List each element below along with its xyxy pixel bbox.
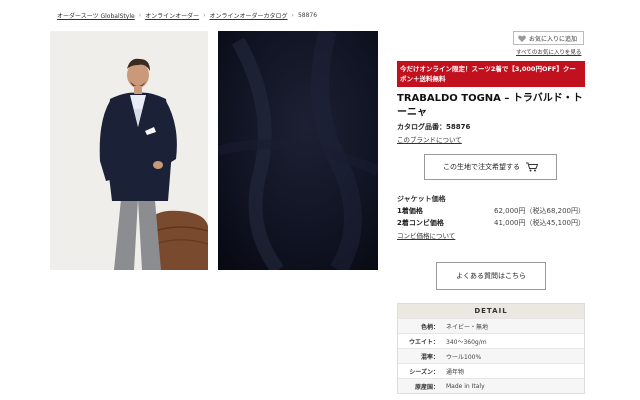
detail-row-origin: 原産国： Made in Italy xyxy=(398,378,584,393)
detail-value: 通年物 xyxy=(446,368,465,376)
price-label: 2着コンビ価格 xyxy=(397,219,444,227)
catalog-number: カタログ品番：58876 xyxy=(397,123,471,131)
detail-table: DETAIL 色柄： ネイビー・無地 ウエイト： 340～360g/m 混率： … xyxy=(397,303,585,394)
add-to-favorites-button[interactable]: お気に入りに追加 xyxy=(513,31,584,45)
faq-button[interactable]: よくある質問はこちら xyxy=(436,262,546,290)
detail-rows: 色柄： ネイビー・無地 ウエイト： 340～360g/m 混率： ウール100%… xyxy=(398,318,584,393)
price-row-combo: 2着コンビ価格 41,000円（税込45,100円） xyxy=(397,218,585,228)
breadcrumb: オーダースーツ GlobalStyle › オンラインオーダー › オンラインオ… xyxy=(57,11,317,20)
detail-value: Made in Italy xyxy=(446,382,485,390)
breadcrumb-current: 58876 xyxy=(297,12,318,19)
about-brand-link[interactable]: このブランドについて xyxy=(397,134,462,144)
model-photo[interactable] xyxy=(50,31,208,270)
price-label: 1着価格 xyxy=(397,207,423,215)
detail-key: シーズン： xyxy=(409,368,439,376)
price-heading: ジャケット価格 xyxy=(397,195,446,203)
detail-row-weight: ウエイト： 340～360g/m xyxy=(398,333,584,348)
cart-icon xyxy=(526,162,538,172)
fabric-swatch-illustration xyxy=(218,31,378,270)
price-value: 41,000円（税込45,100円） xyxy=(494,219,585,227)
breadcrumb-catalog-link[interactable]: オンラインオーダーカタログ xyxy=(210,11,288,20)
faq-button-label: よくある質問はこちら xyxy=(456,273,526,280)
order-this-fabric-button[interactable]: この生地で注文希望する xyxy=(424,154,557,180)
detail-value: ネイビー・無地 xyxy=(446,323,489,331)
order-button-label: この生地で注文希望する xyxy=(443,164,520,171)
breadcrumb-separator: › xyxy=(291,12,294,19)
detail-key: ウエイト： xyxy=(408,338,439,346)
detail-heading: DETAIL xyxy=(398,304,584,318)
detail-key: 色柄： xyxy=(420,323,439,331)
breadcrumb-online-order-link[interactable]: オンラインオーダー xyxy=(145,11,199,20)
breadcrumb-separator: › xyxy=(138,12,142,19)
detail-key: 混率： xyxy=(420,353,439,361)
model-illustration xyxy=(50,31,208,270)
detail-row-season: シーズン： 通年物 xyxy=(398,363,584,378)
view-favorites-link[interactable]: すべてのお気に入りを見る xyxy=(516,48,581,56)
heart-icon xyxy=(518,34,526,42)
detail-row-composition: 混率： ウール100% xyxy=(398,348,584,363)
detail-value: 340～360g/m xyxy=(446,338,487,346)
detail-row-pattern: 色柄： ネイビー・無地 xyxy=(398,318,584,333)
detail-key: 原産国： xyxy=(414,383,439,391)
breadcrumb-separator: › xyxy=(203,12,206,19)
breadcrumb-home-link[interactable]: オーダースーツ GlobalStyle xyxy=(57,11,135,20)
price-row-single: 1着価格 62,000円（税込68,200円） xyxy=(397,206,585,216)
combo-price-info-link[interactable]: コンビ価格について xyxy=(397,230,455,240)
add-to-favorites-label: お気に入りに追加 xyxy=(529,36,578,43)
product-title: TRABALDO TOGNA – トラバルド・トーニャ xyxy=(397,93,583,118)
promo-banner[interactable]: 今だけオンライン限定！スーツ2着で【3,000円OFF】クーポン＋送料無料 xyxy=(397,61,585,87)
fabric-photo[interactable] xyxy=(218,31,378,270)
detail-value: ウール100% xyxy=(446,353,482,361)
price-value: 62,000円（税込68,200円） xyxy=(494,207,585,215)
